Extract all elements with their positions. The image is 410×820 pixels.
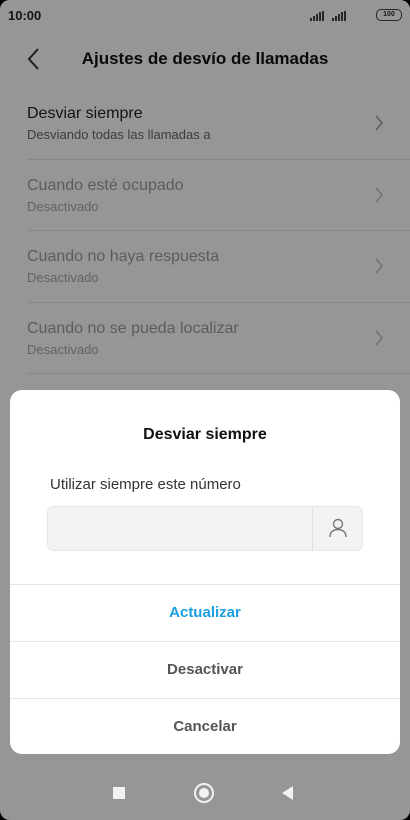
square-icon[interactable] (113, 787, 125, 799)
number-field (47, 506, 363, 551)
person-icon (329, 518, 347, 538)
dialog-label: Utilizar siempre este número (50, 476, 241, 493)
update-button[interactable]: Actualizar (10, 584, 400, 641)
number-input[interactable] (48, 507, 312, 550)
forward-dialog: Desviar siempre Utilizar siempre este nú… (10, 390, 400, 754)
contact-picker-button[interactable] (312, 507, 362, 550)
cancel-button[interactable]: Cancelar (10, 698, 400, 754)
dialog-title: Desviar siempre (143, 426, 267, 443)
circle-home-icon[interactable] (194, 783, 214, 803)
triangle-back-icon[interactable] (282, 786, 293, 800)
screen: 10:00 100 Ajustes de desvío de llamadas … (0, 0, 410, 820)
navigation-bar (0, 764, 410, 820)
deactivate-button[interactable]: Desactivar (10, 641, 400, 698)
